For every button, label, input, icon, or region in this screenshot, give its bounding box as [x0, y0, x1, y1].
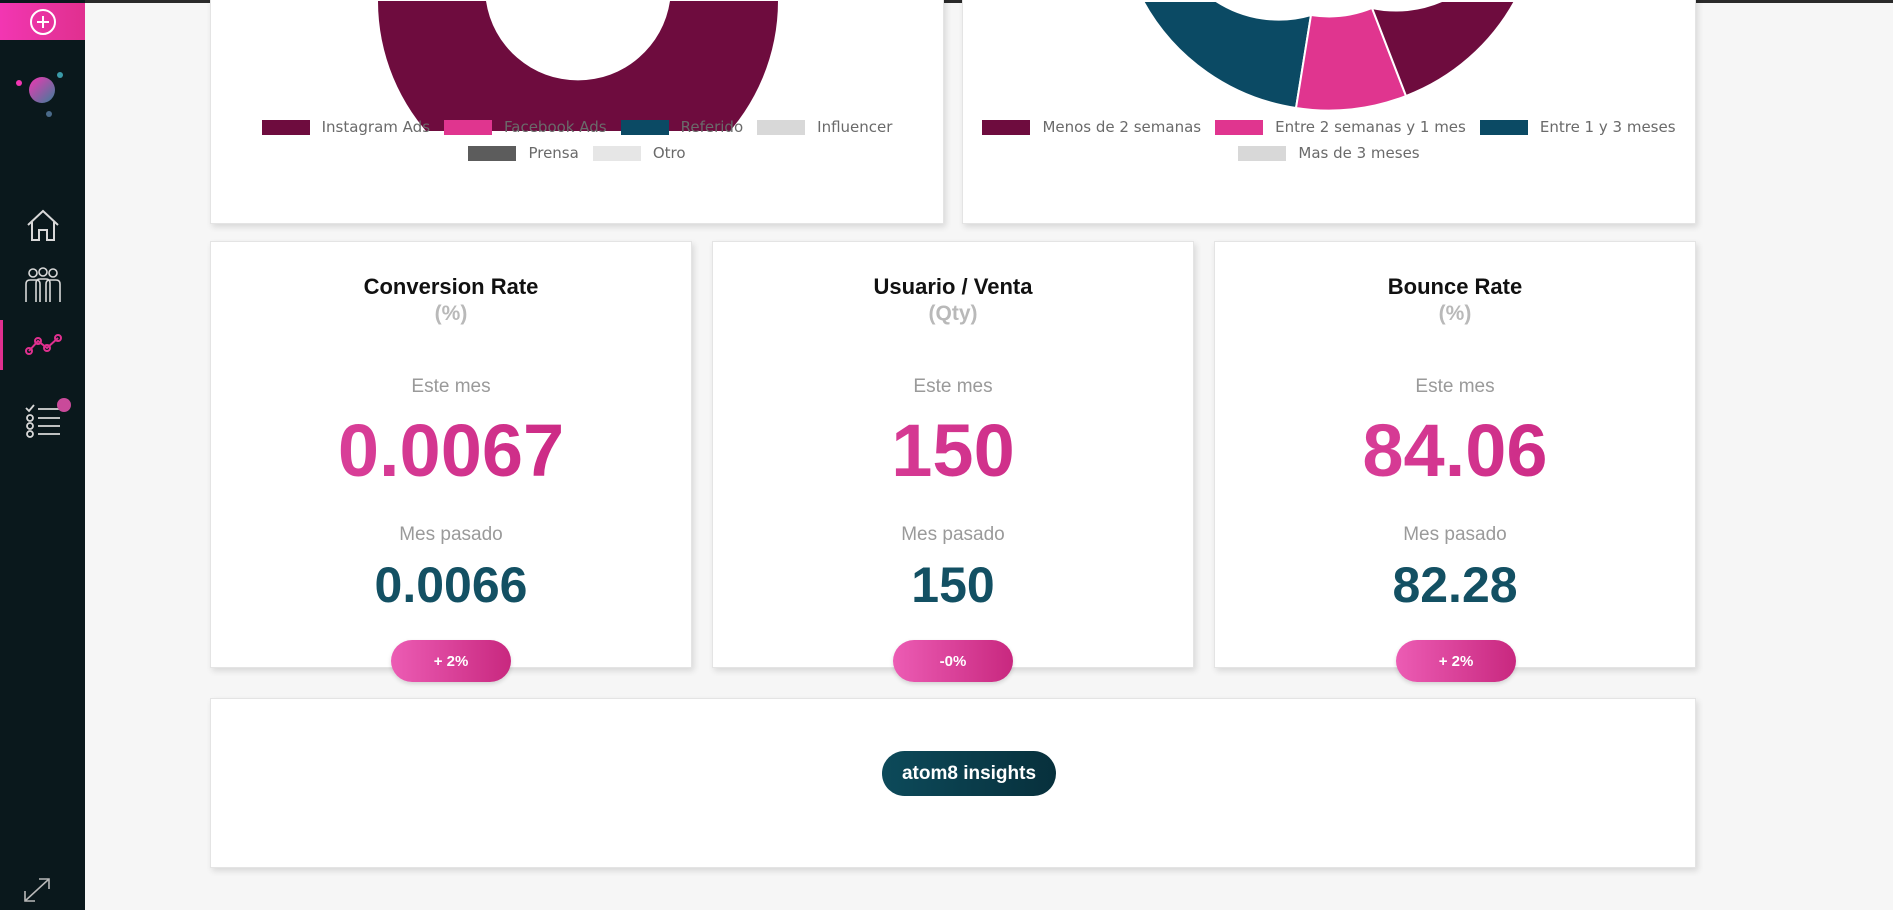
sidebar	[0, 0, 85, 910]
conversion-rate-card: Conversion Rate (%) Este mes 0.0067 Mes …	[210, 241, 692, 668]
donut-slice-entre-1-y-3-meses	[1141, 0, 1313, 110]
legend-label: Influencer	[817, 118, 893, 136]
sidebar-item-analytics[interactable]	[0, 320, 85, 370]
home-icon	[26, 209, 59, 241]
this-month-label: Este mes	[411, 376, 491, 397]
this-month-value: 150	[713, 408, 1193, 493]
legend-label: Referido	[680, 118, 744, 136]
traffic-source-chart-card: Instagram Ads Facebook Ads Referido Infl…	[210, 0, 944, 224]
app-logo[interactable]	[14, 70, 64, 120]
tasks-icon	[24, 404, 60, 438]
team-icon	[24, 267, 61, 302]
legend-label: Entre 1 y 3 meses	[1539, 118, 1676, 136]
this-month-label: Este mes	[1415, 376, 1495, 397]
legend-swatch	[261, 119, 310, 135]
legend-item[interactable]: Otro	[592, 144, 686, 162]
legend-label: Menos de 2 semanas	[1042, 118, 1202, 136]
metric-unit: (%)	[434, 302, 468, 325]
legend-swatch	[1238, 145, 1287, 161]
this-month-value: 0.0067	[211, 408, 691, 493]
last-month-value: 0.0066	[374, 557, 528, 613]
sidebar-item-team[interactable]	[0, 260, 85, 310]
last-month-label: Mes pasado	[399, 524, 503, 545]
purchase-time-chart-card: Menos de 2 semanas Entre 2 semanas y 1 m…	[962, 0, 1696, 224]
legend-label: Facebook Ads	[504, 118, 607, 136]
this-month-value: 84.06	[1215, 408, 1695, 493]
legend-swatch	[1479, 119, 1528, 135]
change-badge: + 2%	[1396, 640, 1516, 682]
atom8-insights-button[interactable]: atom8 insights	[882, 751, 1056, 796]
metric-title: Conversion Rate	[363, 274, 539, 299]
change-badge: + 2%	[391, 640, 511, 682]
legend-item[interactable]: Referido	[620, 118, 744, 136]
metric-unit: (Qty)	[928, 302, 978, 325]
sidebar-item-tasks[interactable]	[0, 395, 85, 445]
legend-item[interactable]: Mas de 3 meses	[1238, 144, 1420, 162]
change-badge: -0%	[893, 640, 1013, 682]
bounce-rate-card: Bounce Rate (%) Este mes 84.06 Mes pasad…	[1214, 241, 1696, 668]
add-button[interactable]	[0, 3, 85, 40]
sidebar-item-home[interactable]	[0, 200, 85, 250]
legend-item[interactable]: Instagram Ads	[261, 118, 431, 136]
legend-swatch	[620, 119, 669, 135]
metric-title: Usuario / Venta	[873, 274, 1033, 299]
legend-label: Mas de 3 meses	[1298, 144, 1420, 162]
metric-title: Bounce Rate	[1387, 274, 1523, 299]
analytics-icon	[25, 334, 62, 355]
legend-item[interactable]: Entre 1 y 3 meses	[1479, 118, 1676, 136]
legend-item[interactable]: Prensa	[468, 144, 579, 162]
traffic-source-donut	[378, 1, 778, 131]
expand-icon[interactable]	[22, 876, 52, 904]
legend-item[interactable]: Entre 2 semanas y 1 mes	[1215, 118, 1466, 136]
legend-item[interactable]: Facebook Ads	[444, 118, 607, 136]
purchase-time-legend: Menos de 2 semanas Entre 2 semanas y 1 m…	[963, 114, 1695, 166]
purchase-time-donut	[1141, 0, 1517, 112]
notification-badge	[57, 398, 71, 412]
donut-slice-instagram-ads	[378, 1, 778, 131]
last-month-label: Mes pasado	[1403, 524, 1507, 545]
legend-item[interactable]: Menos de 2 semanas	[982, 118, 1201, 136]
legend-swatch	[757, 119, 806, 135]
usuario-venta-card: Usuario / Venta (Qty) Este mes 150 Mes p…	[712, 241, 1194, 668]
legend-swatch	[444, 119, 493, 135]
legend-swatch	[982, 119, 1031, 135]
legend-label: Otro	[652, 144, 686, 162]
legend-swatch	[1215, 119, 1264, 135]
legend-swatch	[468, 145, 517, 161]
this-month-label: Este mes	[913, 376, 993, 397]
legend-label: Entre 2 semanas y 1 mes	[1275, 118, 1466, 136]
traffic-source-legend: Instagram Ads Facebook Ads Referido Infl…	[211, 114, 943, 166]
legend-swatch	[592, 145, 641, 161]
last-month-value: 150	[911, 557, 995, 613]
legend-label: Instagram Ads	[321, 118, 431, 136]
last-month-value: 82.28	[1392, 557, 1518, 613]
plus-circle-icon	[29, 8, 56, 35]
metric-unit: (%)	[1438, 302, 1472, 325]
last-month-label: Mes pasado	[901, 524, 1005, 545]
legend-item[interactable]: Influencer	[757, 118, 892, 136]
legend-label: Prensa	[528, 144, 579, 162]
